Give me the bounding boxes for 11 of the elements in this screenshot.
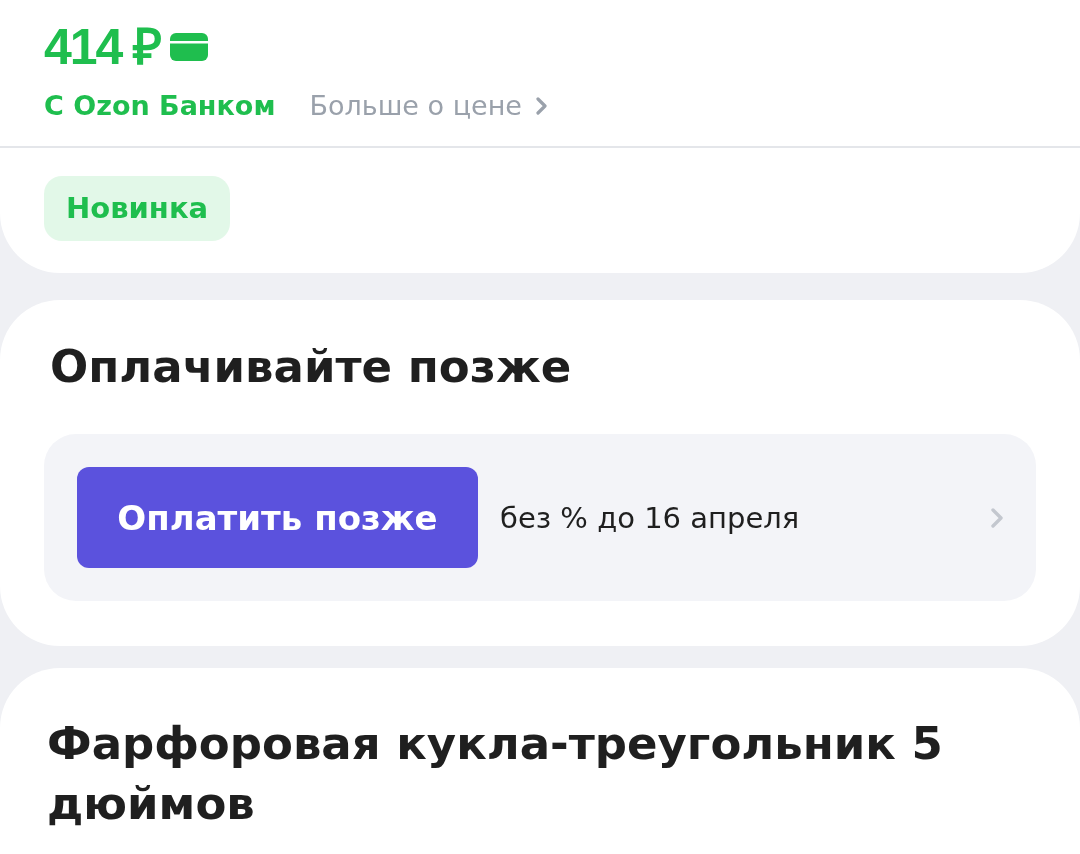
pay-later-button[interactable]: Оплатить позже bbox=[77, 467, 478, 568]
chevron-right-icon bbox=[991, 507, 1003, 528]
price-note: С Ozon Банком bbox=[44, 89, 276, 123]
price: 414 ₽ bbox=[44, 18, 161, 76]
terms-text: без % до 16 апреля bbox=[500, 500, 801, 535]
pay-later-panel[interactable]: Оплатить позже без % до 16 апреля bbox=[44, 434, 1036, 601]
product-title: Фарфоровая кукла-треугольник 5 дюймов bbox=[47, 716, 944, 832]
new-badge: Новинка bbox=[44, 176, 231, 241]
chevron-right-icon bbox=[535, 97, 548, 115]
section-title: Оплачивайте позже bbox=[50, 339, 573, 395]
bank-card-icon bbox=[170, 33, 209, 61]
